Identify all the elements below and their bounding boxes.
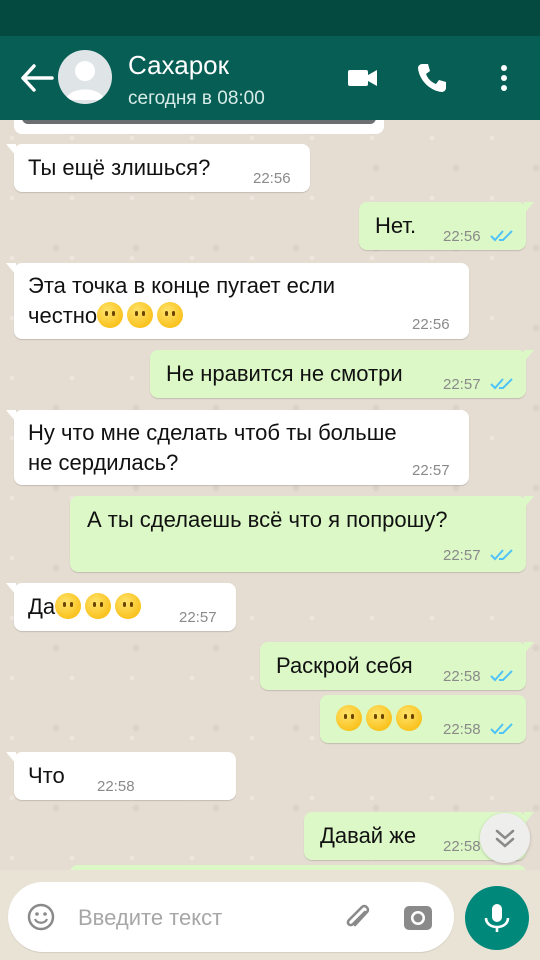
mic-button[interactable] — [465, 886, 529, 950]
last-seen-status: сегодня в 08:00 — [128, 88, 265, 109]
double-chevron-down-icon — [495, 829, 515, 848]
message-text: Давай же — [320, 823, 417, 848]
message-time: 22:56 — [412, 316, 450, 333]
message-bubble-outgoing[interactable]: Раскрой себя 22:58 — [260, 642, 534, 690]
emoji-icon[interactable] — [26, 902, 56, 932]
message-text: Раскрой себя — [276, 653, 413, 678]
message-bubble-incoming[interactable]: Ты ещё злишься? 22:56 — [6, 144, 310, 192]
message-text: Ну что мне сделать чтоб ты больше не сер… — [28, 420, 397, 475]
double-check-icon — [490, 723, 513, 735]
smirking-face-emoji — [336, 705, 362, 731]
bubble-tail — [524, 202, 534, 214]
message-text: Что — [28, 763, 65, 788]
message-bubble-incoming[interactable]: Да 22:57 — [6, 583, 236, 631]
message-bubble-outgoing[interactable]: 22:58 — [320, 695, 526, 743]
mic-icon — [484, 904, 510, 932]
smiley-face-emoji — [85, 593, 112, 619]
chat-header: Сахарок сегодня в 08:00 — [0, 36, 540, 120]
compose-area — [0, 870, 540, 960]
attach-icon[interactable] — [340, 900, 376, 936]
bubble-tail — [6, 144, 16, 156]
scroll-to-bottom-button[interactable] — [480, 813, 530, 863]
message-time: 22:58 — [443, 721, 481, 738]
media-thumbnail[interactable] — [22, 120, 376, 124]
avatar[interactable] — [58, 50, 112, 104]
bubble-tail — [524, 642, 534, 654]
camera-icon[interactable] — [402, 902, 434, 934]
bubble-tail — [524, 350, 534, 362]
message-text: Да — [28, 592, 145, 622]
back-arrow-icon[interactable] — [20, 64, 54, 92]
message-bubble-incoming[interactable]: Ну что мне сделать чтоб ты больше не сер… — [6, 410, 469, 485]
message-time: 22:57 — [443, 376, 481, 393]
double-check-icon — [490, 230, 513, 242]
double-check-icon — [490, 378, 513, 390]
hushed-face-emoji — [97, 302, 124, 328]
message-text: Не нравится не смотри — [166, 361, 403, 386]
message-text: Эта точка в конце пугает если честно — [28, 271, 335, 331]
double-check-icon — [490, 670, 513, 682]
message-time: 22:56 — [253, 170, 291, 187]
bubble-tail — [6, 583, 16, 595]
smiley-face-emoji — [55, 593, 82, 619]
hushed-face-emoji — [157, 302, 184, 328]
video-call-icon[interactable] — [345, 60, 381, 96]
message-bubble-incoming[interactable]: Что 22:58 — [6, 752, 236, 800]
message-bubble-outgoing[interactable]: А ты сделаешь всё что я попрошу? 22:57 — [70, 496, 534, 572]
message-time: 22:57 — [412, 462, 450, 479]
hushed-face-emoji — [127, 302, 154, 328]
media-message-partial[interactable] — [14, 120, 384, 134]
message-time: 22:58 — [97, 778, 135, 795]
message-bubble-outgoing[interactable]: Нет. 22:56 — [359, 202, 534, 250]
message-text: А ты сделаешь всё что я попрошу? — [87, 507, 448, 532]
message-time: 22:58 — [443, 668, 481, 685]
message-input[interactable] — [76, 902, 320, 934]
message-time: 22:57 — [443, 547, 481, 564]
bubble-tail — [524, 496, 534, 508]
message-text — [336, 704, 426, 734]
message-time: 22:57 — [179, 609, 217, 626]
bubble-tail — [6, 410, 16, 422]
smirking-face-emoji — [366, 705, 392, 731]
phone-icon[interactable] — [414, 60, 450, 96]
message-time: 22:56 — [443, 228, 481, 245]
double-check-icon — [490, 549, 513, 561]
message-text: Нет. — [375, 213, 417, 238]
more-vert-icon[interactable] — [486, 60, 522, 96]
message-bubble-outgoing[interactable]: Не нравится не смотри 22:57 — [150, 350, 534, 398]
smiley-face-emoji — [115, 593, 142, 619]
bubble-tail — [6, 752, 16, 764]
message-bubble-incoming[interactable]: Эта точка в конце пугает если честно 22:… — [6, 263, 469, 339]
message-input-bar[interactable] — [8, 882, 454, 952]
message-text-content: Да — [28, 594, 56, 619]
avatar-placeholder-icon — [66, 61, 104, 100]
message-time: 22:58 — [443, 838, 481, 855]
bubble-tail — [6, 263, 16, 275]
message-text: Ты ещё злишься? — [28, 155, 211, 180]
chat-area[interactable]: Ты ещё злишься? 22:56 Нет. 22:56 Эта точ… — [0, 120, 540, 870]
status-bar — [0, 0, 540, 36]
smirking-face-emoji — [396, 705, 422, 731]
contact-name[interactable]: Сахарок — [128, 50, 229, 81]
